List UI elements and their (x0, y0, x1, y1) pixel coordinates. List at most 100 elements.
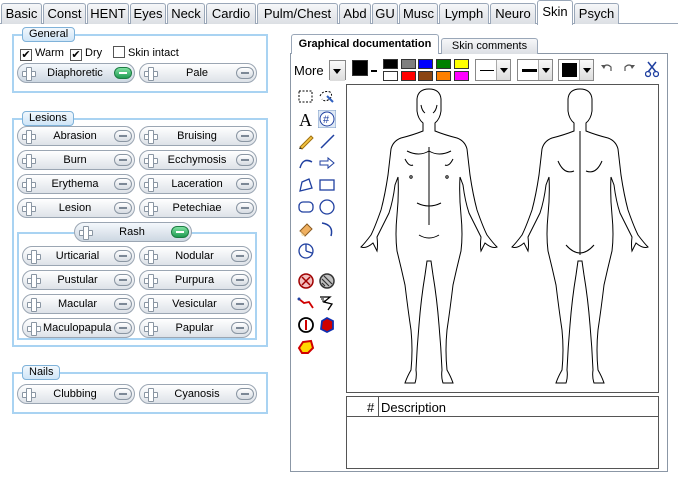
line-style-dropdown[interactable] (475, 59, 511, 81)
minus-icon[interactable] (236, 178, 254, 190)
minus-icon[interactable] (231, 298, 249, 310)
tab-abd[interactable]: Abd (339, 3, 371, 24)
plus-icon[interactable] (20, 386, 36, 402)
stamp-cross-icon[interactable] (297, 272, 315, 290)
plus-icon[interactable] (25, 272, 41, 288)
lesion-button[interactable]: Lesion (17, 198, 135, 218)
minus-icon[interactable] (171, 226, 189, 238)
vesicular-button[interactable]: Vesicular (139, 294, 252, 314)
maculopapular-button[interactable]: Maculopapular (22, 318, 135, 338)
tab-eyes[interactable]: Eyes (130, 3, 166, 24)
tab-hent[interactable]: HENT (87, 3, 129, 24)
stamp-spike-icon[interactable] (318, 294, 336, 312)
tab-cardio[interactable]: Cardio (206, 3, 256, 24)
number-icon[interactable]: # (318, 110, 336, 128)
minus-icon[interactable] (236, 67, 254, 79)
plus-icon[interactable] (142, 248, 158, 264)
body-diagram-canvas[interactable] (346, 84, 659, 393)
pencil-icon[interactable] (297, 132, 315, 150)
plus-icon[interactable] (20, 200, 36, 216)
arrow-icon[interactable] (318, 154, 336, 172)
line-icon[interactable] (318, 132, 336, 150)
skin-intact-checkbox[interactable]: Skin intact (113, 46, 179, 60)
plus-icon[interactable] (142, 272, 158, 288)
minus-icon[interactable] (114, 178, 132, 190)
minus-icon[interactable] (114, 298, 132, 310)
arc-icon[interactable] (318, 220, 336, 238)
polygon-icon[interactable] (297, 176, 315, 194)
undo-icon[interactable] (600, 62, 614, 74)
minus-icon[interactable] (114, 67, 132, 79)
color-brown[interactable] (418, 71, 433, 81)
color-yellow[interactable] (454, 59, 469, 69)
color-orange[interactable] (436, 71, 451, 81)
tab-pulm-chest[interactable]: Pulm/Chest (257, 3, 338, 24)
stamp-star-icon[interactable] (297, 338, 315, 356)
rash-button[interactable]: Rash (74, 222, 192, 242)
urticarial-button[interactable]: Urticarial (22, 246, 135, 266)
tab-gu[interactable]: GU (372, 3, 398, 24)
tab-basic[interactable]: Basic (1, 3, 42, 24)
tab-neck[interactable]: Neck (167, 3, 205, 24)
laceration-button[interactable]: Laceration (139, 174, 257, 194)
curve-icon[interactable] (297, 154, 315, 172)
redo-icon[interactable] (622, 62, 636, 74)
tab-skin-comments[interactable]: Skin comments (441, 38, 538, 54)
plus-icon[interactable] (20, 152, 36, 168)
color-green[interactable] (436, 59, 451, 69)
minus-icon[interactable] (114, 322, 132, 334)
stamp-blob-icon[interactable] (318, 316, 336, 334)
nodular-button[interactable]: Nodular (139, 246, 252, 266)
plus-icon[interactable] (142, 128, 158, 144)
plus-icon[interactable] (25, 296, 41, 312)
minus-icon[interactable] (231, 322, 249, 334)
color-red[interactable] (401, 71, 416, 81)
minus-icon[interactable] (114, 388, 132, 400)
select-lasso-icon[interactable] (318, 88, 336, 106)
skin-intact-checkbox-box[interactable] (113, 46, 125, 58)
abrasion-button[interactable]: Abrasion (17, 126, 135, 146)
eraser-icon[interactable] (297, 220, 315, 238)
fill-color-dropdown[interactable] (558, 59, 594, 81)
tab-neuro[interactable]: Neuro (490, 3, 536, 24)
plus-icon[interactable] (142, 152, 158, 168)
papular-button[interactable]: Papular (139, 318, 252, 338)
color-gray[interactable] (401, 59, 416, 69)
pie-icon[interactable] (297, 242, 315, 260)
minus-icon[interactable] (236, 154, 254, 166)
petechiae-button[interactable]: Petechiae (139, 198, 257, 218)
color-black[interactable] (383, 59, 398, 69)
tab-psych[interactable]: Psych (574, 3, 619, 24)
tab-musc[interactable]: Musc (399, 3, 438, 24)
diaphoretic-button[interactable]: Diaphoretic (17, 63, 135, 83)
plus-icon[interactable] (142, 296, 158, 312)
burn-button[interactable]: Burn (17, 150, 135, 170)
tab-skin[interactable]: Skin (537, 0, 573, 25)
plus-icon[interactable] (20, 128, 36, 144)
rectangle-icon[interactable] (318, 176, 336, 194)
minus-icon[interactable] (114, 130, 132, 142)
erythema-button[interactable]: Erythema (17, 174, 135, 194)
plus-icon[interactable] (25, 320, 41, 336)
color-magenta[interactable] (454, 71, 469, 81)
scissors-icon[interactable] (645, 60, 659, 78)
plus-icon[interactable] (25, 248, 41, 264)
pustular-button[interactable]: Pustular (22, 270, 135, 290)
chevron-down-icon[interactable] (579, 60, 593, 80)
tab-lymph[interactable]: Lymph (439, 3, 489, 24)
macular-button[interactable]: Macular (22, 294, 135, 314)
minus-icon[interactable] (114, 202, 132, 214)
stamp-hatch-icon[interactable] (318, 272, 336, 290)
select-rect-icon[interactable] (297, 88, 315, 106)
minus-icon[interactable] (236, 388, 254, 400)
pale-button[interactable]: Pale (139, 63, 257, 83)
tab-graphical-documentation[interactable]: Graphical documentation (291, 34, 439, 54)
color-blue[interactable] (418, 59, 433, 69)
plus-icon[interactable] (142, 200, 158, 216)
minus-icon[interactable] (114, 250, 132, 262)
line-width-dropdown[interactable] (517, 59, 553, 81)
purpura-button[interactable]: Purpura (139, 270, 252, 290)
ellipse-icon[interactable] (318, 198, 336, 216)
bruising-button[interactable]: Bruising (139, 126, 257, 146)
chevron-down-icon[interactable] (538, 60, 552, 80)
